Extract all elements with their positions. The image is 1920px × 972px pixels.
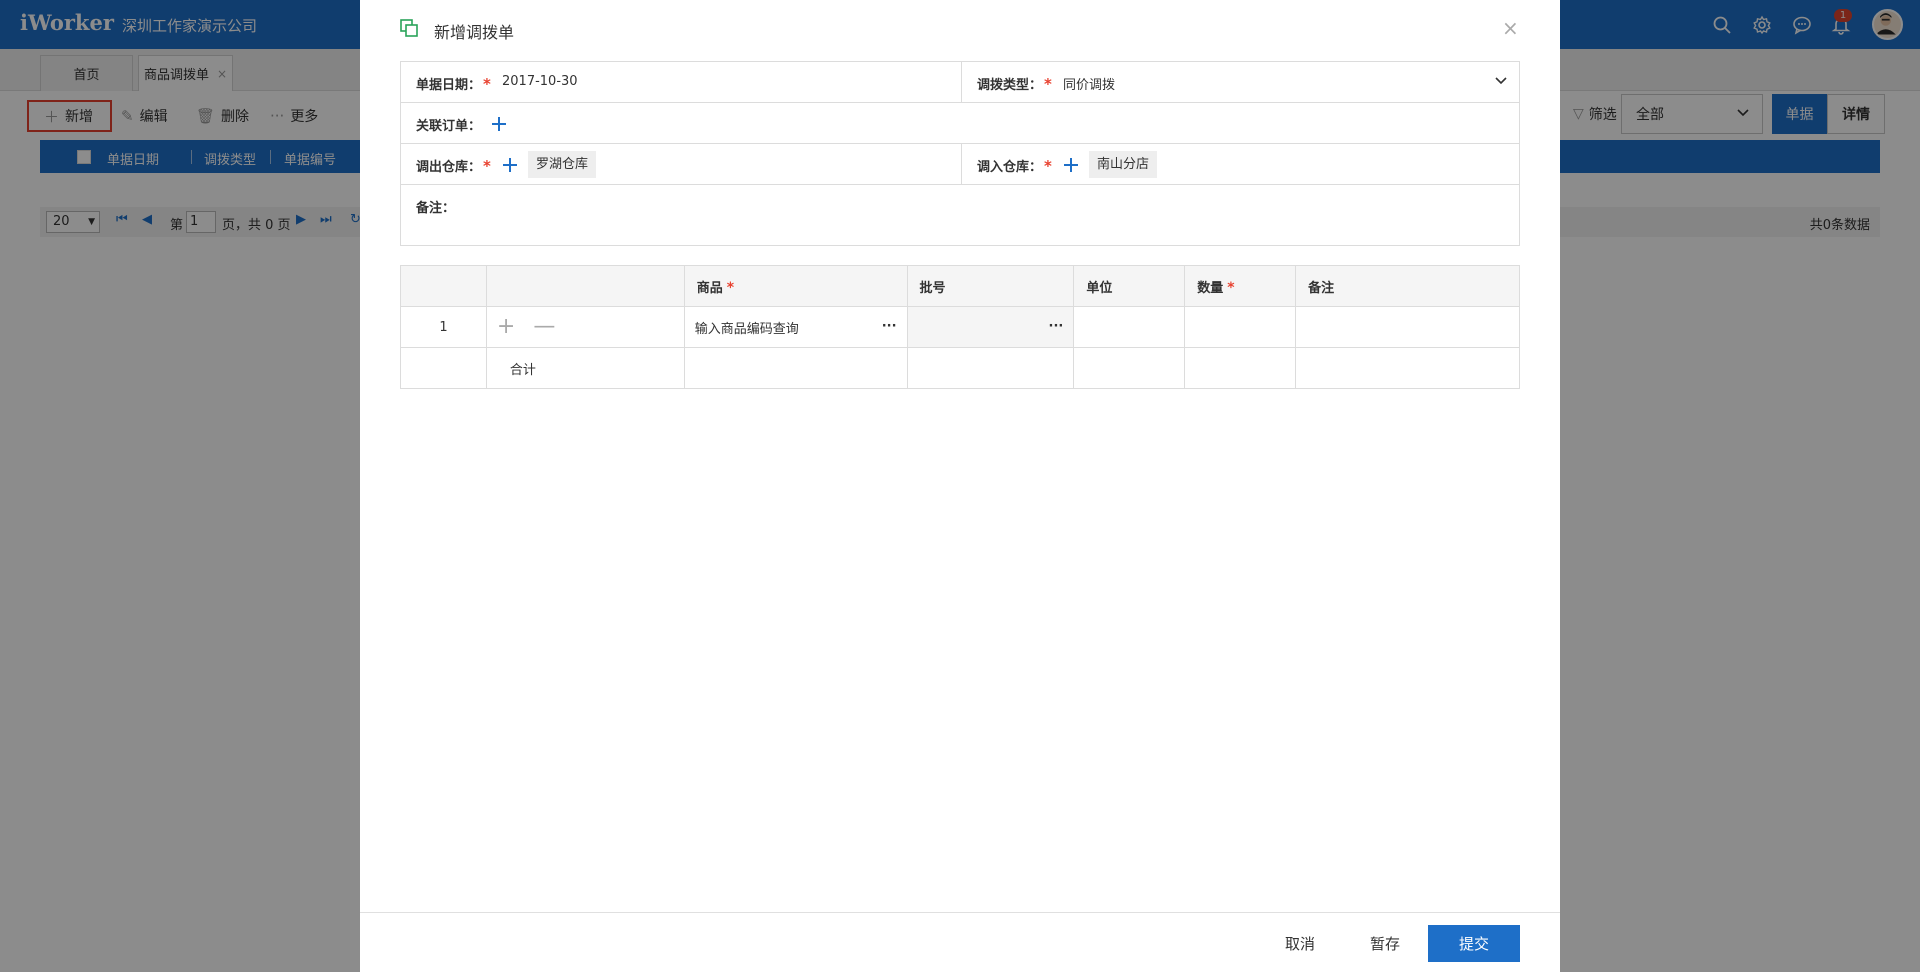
transfer-order-dialog: 新增调拨单 × 单据日期： * 2017-10-30 调拨类型： * 同价调拨 关联… (360, 0, 1560, 972)
row-actions: + — (485, 306, 685, 348)
remark-label: 备注： (416, 201, 456, 216)
add-row-icon[interactable]: + (497, 314, 515, 339)
cancel-button[interactable]: 取消 (1260, 925, 1340, 962)
chevron-down-icon (1495, 77, 1507, 85)
add-in-warehouse-icon[interactable] (1062, 156, 1080, 174)
date-field: 单据日期： * 2017-10-30 (401, 62, 961, 102)
required-mark: * (726, 279, 735, 296)
add-related-order-icon[interactable] (490, 115, 508, 133)
header-quantity: 数量 * (1184, 265, 1297, 307)
header-actions (485, 265, 685, 307)
quantity-input[interactable] (1184, 306, 1297, 348)
required-mark: * (1044, 75, 1052, 93)
remove-row-icon[interactable]: — (533, 314, 555, 339)
header-unit: 单位 (1073, 265, 1186, 307)
out-warehouse-label: 调出仓库： * (416, 157, 491, 175)
table-total-row: 合计 (400, 347, 1520, 389)
total-batch-cell (906, 347, 1075, 389)
related-order-label: 关联订单： (416, 119, 482, 134)
form-row: 备注： (401, 185, 1519, 245)
submit-button[interactable]: 提交 (1428, 925, 1520, 962)
line-items-table: 商品 * 批号 单位 数量 * 备注 1 + — 输入商品编码查询 ··· ··· 合… (400, 265, 1520, 389)
form-row: 调出仓库： * 罗湖仓库 调入仓库： * 南山分店 (401, 144, 1519, 185)
out-warehouse-field: 调出仓库： * 罗湖仓库 (401, 144, 961, 184)
close-icon[interactable]: × (1502, 16, 1519, 40)
transfer-type-label: 调拨类型： * (977, 75, 1052, 93)
product-picker-icon[interactable]: ··· (882, 319, 897, 334)
product-placeholder: 输入商品编码查询 (694, 321, 799, 337)
date-label: 单据日期： * (416, 75, 491, 93)
remark-input[interactable] (461, 191, 1509, 239)
required-mark: * (1044, 157, 1052, 175)
product-input[interactable]: 输入商品编码查询 ··· (683, 306, 908, 348)
total-index-cell (400, 347, 487, 389)
table-row: 1 + — 输入商品编码查询 ··· ··· (400, 306, 1520, 348)
batch-picker-icon[interactable]: ··· (1049, 319, 1064, 334)
total-label: 合计 (485, 347, 685, 389)
form-row: 关联订单： (401, 103, 1519, 144)
required-mark: * (483, 157, 491, 175)
required-mark: * (483, 75, 491, 93)
out-warehouse-tag[interactable]: 罗湖仓库 (528, 151, 597, 178)
add-out-warehouse-icon[interactable] (501, 156, 519, 174)
header-remark: 备注 (1295, 265, 1520, 307)
transfer-type-value: 同价调拨 (1063, 78, 1116, 93)
transfer-type-field[interactable]: 调拨类型： * 同价调拨 (961, 62, 1520, 102)
dialog-title: 新增调拨单 (434, 23, 515, 42)
required-mark: * (1227, 279, 1235, 296)
copy-icon (400, 19, 418, 37)
header-product: 商品 * (683, 265, 908, 307)
row-index: 1 (400, 306, 487, 348)
total-product-cell (683, 347, 908, 389)
dialog-footer: 取消 暂存 提交 (360, 912, 1560, 972)
in-warehouse-label: 调入仓库： * (977, 157, 1052, 175)
header-form: 单据日期： * 2017-10-30 调拨类型： * 同价调拨 关联订单： 调出仓库… (400, 61, 1520, 246)
total-quantity-cell (1184, 347, 1297, 389)
total-remark-cell (1295, 347, 1520, 389)
remark-cell-input[interactable] (1295, 306, 1520, 348)
save-draft-button[interactable]: 暂存 (1350, 925, 1420, 962)
header-batch: 批号 (906, 265, 1075, 307)
form-row: 单据日期： * 2017-10-30 调拨类型： * 同价调拨 (401, 62, 1519, 103)
header-index (400, 265, 487, 307)
total-unit-cell (1073, 347, 1186, 389)
in-warehouse-tag[interactable]: 南山分店 (1089, 151, 1158, 178)
table-header-row: 商品 * 批号 单位 数量 * 备注 (400, 265, 1520, 307)
date-input[interactable]: 2017-10-30 (502, 74, 578, 89)
batch-input[interactable]: ··· (906, 306, 1075, 348)
in-warehouse-field: 调入仓库： * 南山分店 (961, 144, 1520, 184)
unit-cell (1073, 306, 1186, 348)
